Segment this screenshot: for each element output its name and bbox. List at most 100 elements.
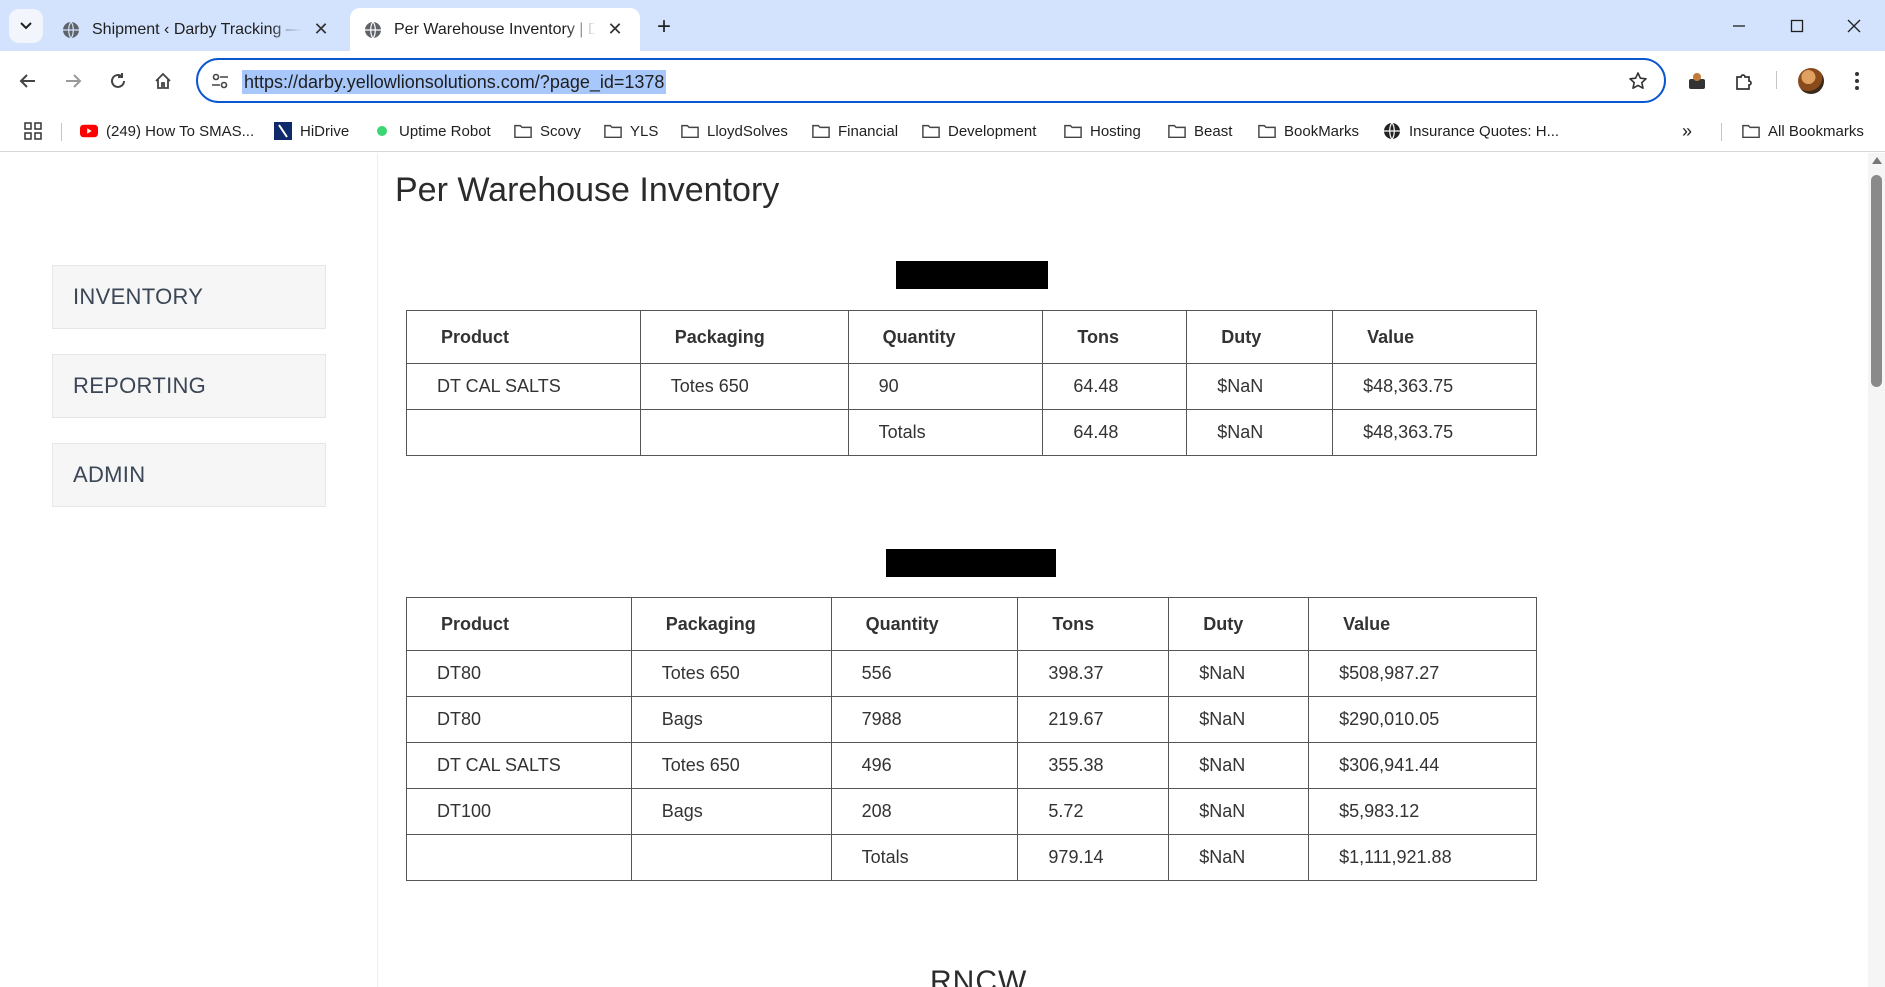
extension-button[interactable] [1680, 64, 1714, 98]
column-header: Tons [1017, 597, 1170, 651]
bookmark-item[interactable]: (249) How To SMAS... [80, 120, 254, 142]
close-icon[interactable]: ✕ [604, 19, 626, 41]
extensions-button[interactable] [1727, 64, 1761, 98]
profile-button[interactable] [1794, 64, 1828, 98]
sidebar-item-inventory[interactable]: INVENTORY [52, 265, 326, 329]
cell-duty: $NaN [1168, 650, 1310, 697]
all-bookmarks-folder[interactable]: All Bookmarks [1742, 120, 1864, 142]
puzzle-icon [1736, 74, 1752, 90]
bookmark-item[interactable]: Insurance Quotes: H... [1383, 120, 1559, 142]
cell-quantity: 90 [847, 363, 1044, 410]
column-header: Packaging [630, 597, 832, 651]
column-header: Tons [1042, 310, 1188, 364]
cell-value: $5,983.12 [1308, 788, 1537, 835]
bookmark-label: BookMarks [1284, 122, 1360, 140]
sidebar-item-label: REPORTING [73, 373, 207, 398]
maximize-button[interactable] [1777, 10, 1817, 42]
totals-row: Totals 979.14 $NaN $1,111,921.88 [406, 834, 1537, 881]
globe-icon [365, 21, 381, 38]
cell-quantity: 208 [830, 788, 1019, 835]
extension-avatar-icon [1689, 73, 1705, 89]
maximize-icon [1790, 19, 1804, 33]
inventory-table: Product Packaging Quantity Tons Duty Val… [406, 310, 1537, 456]
bookmark-folder[interactable]: LloydSolves [681, 120, 788, 142]
cell-product: DT100 [406, 788, 632, 835]
bookmark-item[interactable]: HiDrive [274, 120, 349, 142]
bookmark-folder[interactable]: Beast [1168, 120, 1232, 142]
close-icon[interactable]: ✕ [310, 19, 332, 41]
cell-totals-label: Totals [830, 834, 1019, 881]
menu-button[interactable] [1840, 64, 1874, 98]
folder-icon [514, 122, 532, 140]
folder-icon [1168, 122, 1186, 140]
sidebar-item-admin[interactable]: ADMIN [52, 443, 326, 507]
bookmark-star-icon[interactable] [1626, 69, 1650, 93]
cell-duty: $NaN [1168, 788, 1310, 835]
cell-product [406, 409, 641, 456]
sidebar-item-reporting[interactable]: REPORTING [52, 354, 326, 418]
tab-shipment[interactable]: Shipment ‹ Darby Tracking — WordPress ✕ [48, 8, 346, 51]
forward-button[interactable] [56, 64, 90, 98]
close-icon [1847, 19, 1861, 33]
table-row: DT80 Totes 650 556 398.37 $NaN $508,987.… [406, 650, 1537, 697]
hidrive-icon [274, 122, 292, 140]
totals-row: Totals 64.48 $NaN $48,363.75 [406, 409, 1537, 456]
cell-tons: 355.38 [1017, 742, 1170, 789]
bookmark-folder[interactable]: Financial [812, 120, 898, 142]
cell-quantity: 7988 [830, 696, 1019, 743]
bookmark-folder[interactable]: Hosting [1064, 120, 1141, 142]
url-text[interactable]: https://darby.yellowlionsolutions.com/?p… [242, 70, 667, 94]
more-bookmarks-button[interactable]: » [1682, 120, 1692, 142]
minimize-button[interactable] [1719, 10, 1759, 42]
avatar [1798, 68, 1824, 94]
bookmark-folder[interactable]: BookMarks [1258, 120, 1359, 142]
reload-icon [111, 73, 125, 88]
bookmark-folder[interactable]: Development [922, 120, 1036, 142]
page-scrollbar[interactable] [1868, 153, 1885, 987]
new-tab-button[interactable]: + [650, 13, 678, 41]
bookmark-label: All Bookmarks [1768, 122, 1864, 140]
bookmarks-divider [61, 123, 62, 141]
home-button[interactable] [146, 64, 180, 98]
cell-product: DT CAL SALTS [406, 742, 632, 789]
bookmark-label: Financial [838, 122, 899, 140]
arrow-left-icon [19, 74, 35, 88]
table-header-row: Product Packaging Quantity Tons Duty Val… [406, 310, 1537, 364]
tab-search-button[interactable] [9, 9, 43, 43]
double-chevron-right-icon: » [1682, 120, 1693, 141]
cell-tons: 398.37 [1017, 650, 1170, 697]
column-header: Duty [1186, 310, 1334, 364]
apps-grid-icon [24, 122, 42, 140]
close-window-button[interactable] [1834, 10, 1874, 42]
address-bar[interactable]: https://darby.yellowlionsolutions.com/?p… [196, 58, 1666, 103]
scroll-up-arrow-icon[interactable] [1872, 157, 1882, 164]
apps-button[interactable] [24, 120, 42, 142]
bookmark-folder[interactable]: YLS [604, 120, 658, 142]
bookmark-label: Development [948, 122, 1037, 140]
bookmark-label: LloydSolves [707, 122, 788, 140]
cell-value: $48,363.75 [1332, 363, 1537, 410]
table-row: DT CAL SALTS Totes 650 90 64.48 $NaN $48… [406, 363, 1537, 410]
bookmark-folder[interactable]: Scovy [514, 120, 581, 142]
site-info-icon[interactable] [208, 69, 232, 93]
minimize-icon [1733, 25, 1745, 27]
table-row: DT CAL SALTS Totes 650 496 355.38 $NaN $… [406, 742, 1537, 789]
bookmarks-divider [1721, 123, 1722, 141]
cell-value: $48,363.75 [1332, 409, 1537, 456]
bookmark-label: Scovy [540, 122, 581, 140]
scrollbar-thumb[interactable] [1871, 175, 1882, 387]
cell-packaging [639, 409, 849, 456]
tab-title: Per Warehouse Inventory | Darby Tracking [394, 20, 596, 38]
folder-icon [1742, 122, 1760, 140]
cell-packaging: Bags [630, 696, 832, 743]
chevron-down-icon [20, 22, 32, 30]
bookmark-item[interactable]: Uptime Robot [373, 120, 491, 142]
sidebar-item-label: INVENTORY [73, 284, 204, 309]
bookmark-label: YLS [630, 122, 659, 140]
cell-tons: 5.72 [1017, 788, 1170, 835]
tab-per-warehouse-inventory[interactable]: Per Warehouse Inventory | Darby Tracking… [350, 8, 640, 51]
globe-icon [63, 21, 79, 38]
back-button[interactable] [11, 64, 45, 98]
cell-duty: $NaN [1168, 696, 1310, 743]
reload-button[interactable] [101, 64, 135, 98]
